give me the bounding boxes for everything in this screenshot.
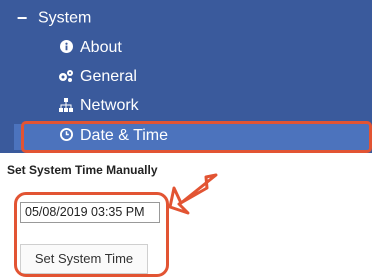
pointer-arrow-icon bbox=[168, 173, 218, 215]
